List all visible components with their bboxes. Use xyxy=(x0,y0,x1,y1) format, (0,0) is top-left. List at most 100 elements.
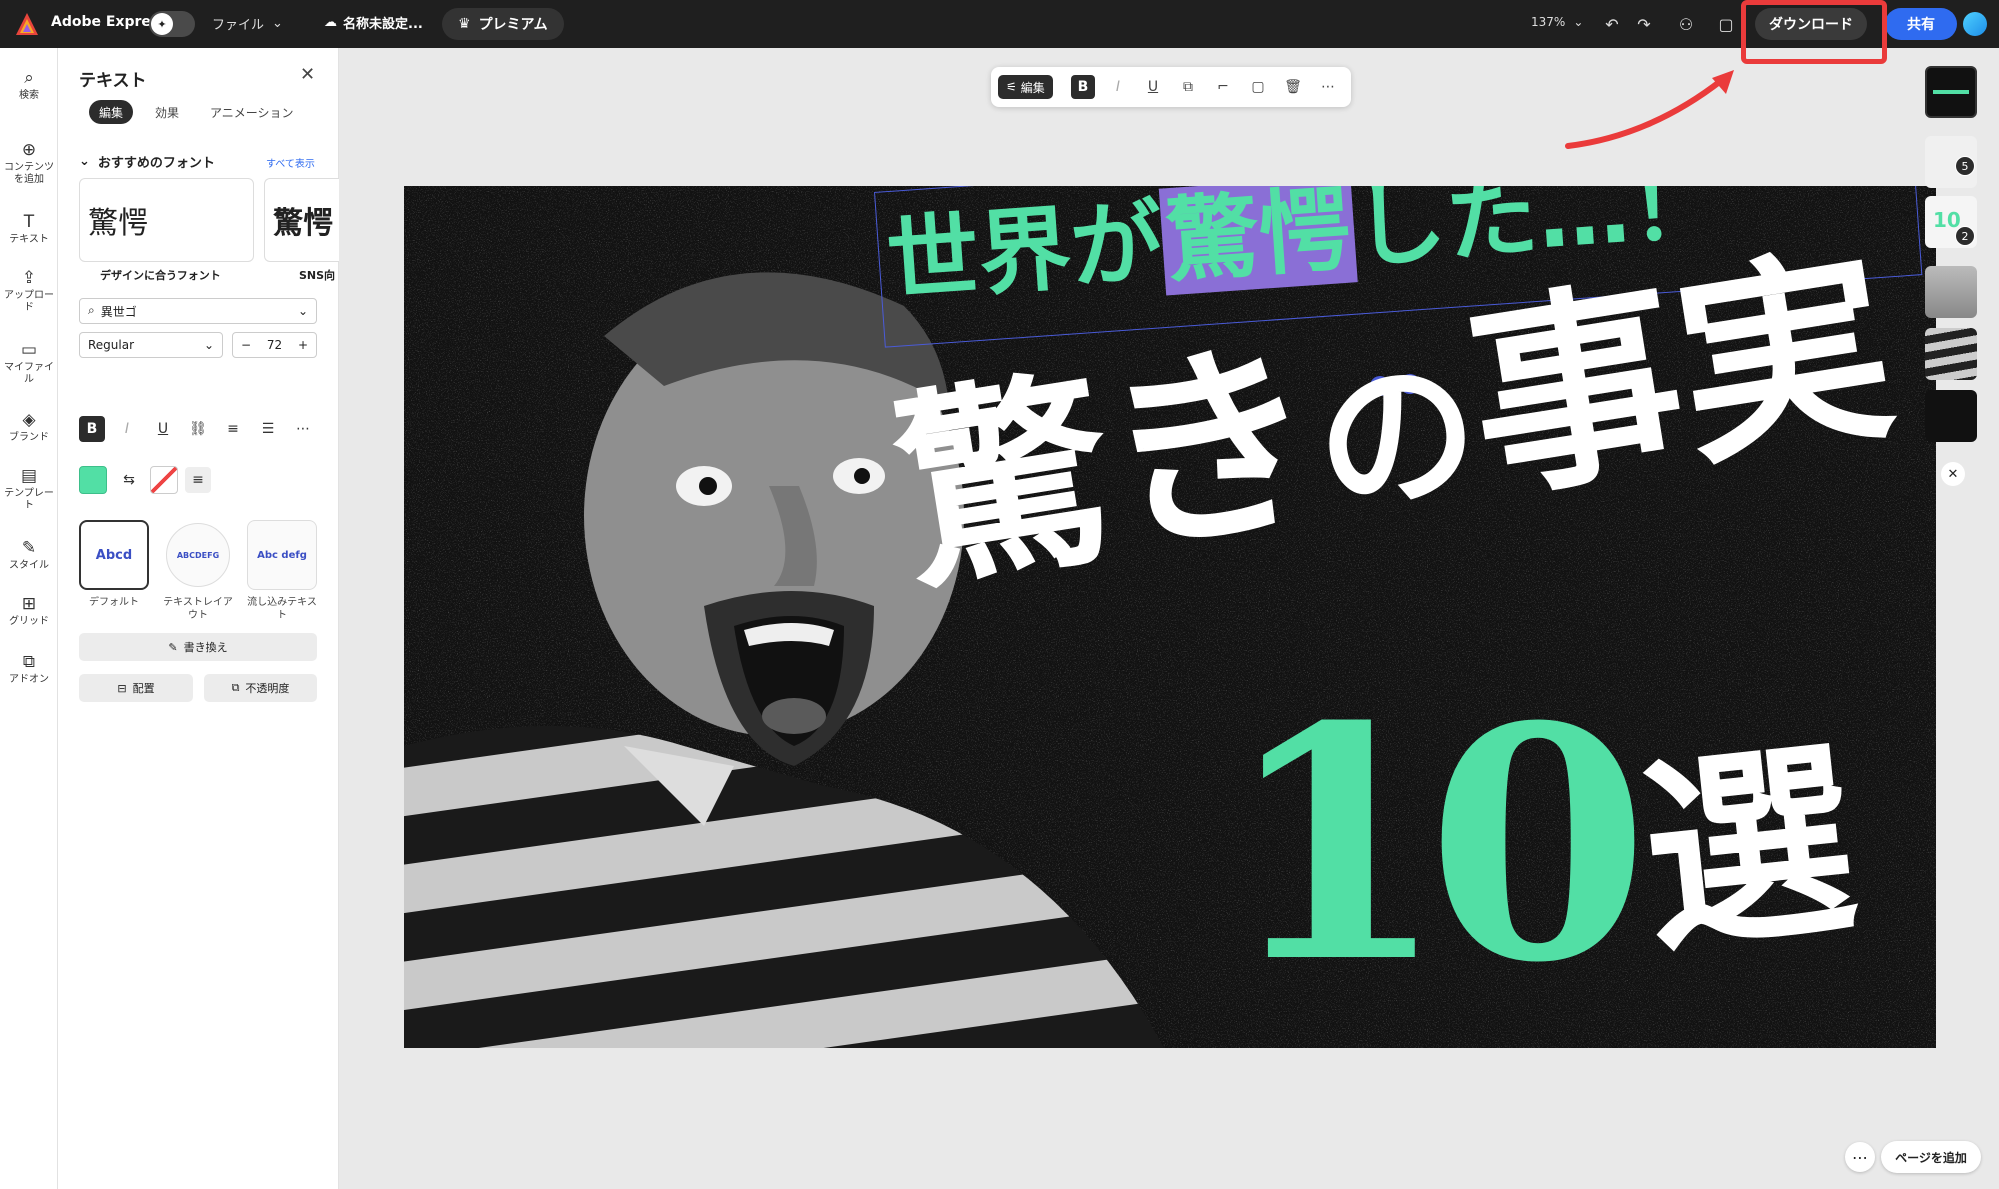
headline-sen[interactable]: 選 xyxy=(1632,718,1866,984)
minus-icon[interactable]: − xyxy=(241,338,251,352)
more-icon[interactable]: ⋯ xyxy=(1845,1142,1875,1172)
rail-item-my-files[interactable]: ▭ マイファイル xyxy=(0,340,58,386)
layer-count-badge: 5 xyxy=(1955,156,1975,176)
undo-icon[interactable]: ↶ xyxy=(1600,12,1624,36)
design-canvas[interactable]: ✥ ↻ 世界が驚愕した…！ 驚きの事実 10 選 xyxy=(404,186,1936,1048)
font-weight-value: Regular xyxy=(88,338,135,352)
rail-item-grid[interactable]: ⊞ グリッド xyxy=(0,594,58,628)
edit-button[interactable]: ⚟ 編集 xyxy=(998,75,1053,99)
font-card-sns[interactable]: 驚愕 xyxy=(264,178,339,262)
bold-button[interactable]: B xyxy=(79,416,105,442)
layer-thumb-photo[interactable] xyxy=(1925,328,1977,380)
plus-circle-icon: ⊕ xyxy=(21,140,37,160)
stroke-options-icon[interactable]: ≡ xyxy=(185,467,211,493)
layer-count-badge: 2 xyxy=(1955,226,1975,246)
mode-toggle[interactable]: ✦ xyxy=(149,11,195,37)
close-icon[interactable]: ✕ xyxy=(300,64,315,85)
text-style-default[interactable]: Abcd xyxy=(79,520,149,590)
close-icon[interactable]: ✕ xyxy=(1941,462,1965,486)
font-weight-select[interactable]: Regular ⌄ xyxy=(79,332,223,358)
show-all-link[interactable]: すべて表示 xyxy=(266,155,315,170)
share-button[interactable]: 共有 xyxy=(1885,8,1957,40)
tab-edit[interactable]: 編集 xyxy=(89,100,134,124)
duplicate-icon[interactable]: ⧉ xyxy=(1176,75,1200,99)
redo-icon[interactable]: ↷ xyxy=(1632,12,1656,36)
rail-item-search[interactable]: ⌕ 検索 xyxy=(0,68,58,102)
opacity-label: 不透明度 xyxy=(245,682,290,695)
rail-label: テキスト xyxy=(9,234,49,245)
adobe-express-logo-icon[interactable] xyxy=(14,11,40,37)
collaborate-icon[interactable]: ⚇ xyxy=(1674,12,1698,36)
plus-icon[interactable]: + xyxy=(298,338,308,352)
layer-thumb-texture[interactable] xyxy=(1925,266,1977,318)
search-icon: ⌕ xyxy=(88,302,95,317)
paint-format-icon[interactable]: ⌐ xyxy=(1211,75,1235,99)
rail-label: グリッド xyxy=(9,616,49,627)
file-menu-label: ファイル xyxy=(212,18,265,33)
rail-label: テンプレート xyxy=(4,488,54,511)
link-icon[interactable]: ⛓ xyxy=(185,416,211,442)
edit-label: 編集 xyxy=(1020,80,1045,95)
style-preview: Abcd xyxy=(95,547,133,563)
left-rail: ⌕ 検索 ⊕ コンテンツを追加 T テキスト ⇪ アップロード ▭ マイファイル ◈ ブラン… xyxy=(0,48,58,1189)
rail-item-text[interactable]: T テキスト xyxy=(0,212,58,246)
font-size-stepper[interactable]: − 72 + xyxy=(232,332,317,358)
tab-effects[interactable]: 効果 xyxy=(145,100,189,124)
recommended-fonts-header[interactable]: ⌄ おすすめのフォント xyxy=(79,152,215,171)
rail-item-styles[interactable]: ✎ スタイル xyxy=(0,538,58,572)
zoom-control[interactable]: 137% ⌄ xyxy=(1531,15,1583,29)
premium-button[interactable]: ♛ プレミアム xyxy=(442,8,564,40)
rail-item-addons[interactable]: ⧉ アドオン xyxy=(0,652,58,686)
swap-colors-icon[interactable]: ⇆ xyxy=(116,467,142,493)
more-icon[interactable]: ⋯ xyxy=(1316,75,1340,99)
document-name[interactable]: ☁ 名称未設定... xyxy=(324,13,423,32)
italic-button[interactable]: I xyxy=(114,416,140,442)
font-search-field[interactable]: ⌕ 異世ゴ ⌄ xyxy=(79,298,317,324)
no-fill-swatch[interactable] xyxy=(150,466,178,494)
text-icon: T xyxy=(23,212,35,232)
page-layers-rail: 5 10 2 ✕ xyxy=(1921,60,1981,500)
underline-button[interactable]: U xyxy=(1141,75,1165,99)
file-menu[interactable]: ファイル ⌄ xyxy=(212,14,283,33)
headline-part: 世界が xyxy=(883,188,1167,315)
headline-number[interactable]: 10 xyxy=(1224,686,1649,1006)
top-bar: Adobe Express ✦ ファイル ⌄ ☁ 名称未設定... ♛ プレミアム 1… xyxy=(0,0,1999,48)
download-highlight-box xyxy=(1741,0,1887,64)
cloud-icon: ☁ xyxy=(324,15,337,30)
headline-highlight: 驚愕 xyxy=(1158,186,1358,296)
add-page-button[interactable]: ページを追加 xyxy=(1881,1141,1981,1173)
brand-icon: ◈ xyxy=(22,410,36,430)
addon-icon: ⧉ xyxy=(22,652,36,672)
layer-thumb-text[interactable] xyxy=(1925,66,1977,118)
opacity-button[interactable]: ⧉ 不透明度 xyxy=(204,674,317,702)
trash-icon[interactable]: 🗑 xyxy=(1281,75,1305,99)
text-color-swatch[interactable] xyxy=(79,466,107,494)
comment-icon[interactable]: ▢ xyxy=(1246,75,1270,99)
tab-animation[interactable]: アニメーション xyxy=(200,100,304,124)
italic-button[interactable]: I xyxy=(1106,75,1130,99)
arrange-label: 配置 xyxy=(132,682,155,695)
rail-item-templates[interactable]: ▤ テンプレート xyxy=(0,466,58,512)
text-style-layout[interactable]: ABCDEFG xyxy=(166,523,230,587)
arrange-button[interactable]: ⊟ 配置 xyxy=(79,674,193,702)
align-icon[interactable]: ≡ xyxy=(220,416,246,442)
avatar[interactable] xyxy=(1963,12,1987,36)
text-style-flow[interactable]: Abc defg xyxy=(247,520,317,590)
rail-item-add-content[interactable]: ⊕ コンテンツを追加 xyxy=(0,140,58,186)
rail-item-brand[interactable]: ◈ ブランド xyxy=(0,410,58,444)
underline-button[interactable]: U xyxy=(150,416,176,442)
font-sample: 驚愕 xyxy=(273,206,333,241)
font-card-design[interactable]: 驚愕 xyxy=(79,178,254,262)
template-icon: ▤ xyxy=(20,466,38,486)
bold-button[interactable]: B xyxy=(1071,75,1095,99)
more-icon[interactable]: ⋯ xyxy=(290,416,316,442)
font-caption: デザインに合うフォント xyxy=(100,269,221,282)
grid-icon: ⊞ xyxy=(21,594,37,614)
rail-item-upload[interactable]: ⇪ アップロード xyxy=(0,268,58,314)
style-icon: ✎ xyxy=(21,538,37,558)
style-preview: ABCDEFG xyxy=(176,550,220,560)
list-icon[interactable]: ☰ xyxy=(255,416,281,442)
layer-thumb-background[interactable] xyxy=(1925,390,1977,442)
rewrite-button[interactable]: ✎ 書き換え xyxy=(79,633,317,661)
comment-icon[interactable]: ▢ xyxy=(1714,12,1738,36)
